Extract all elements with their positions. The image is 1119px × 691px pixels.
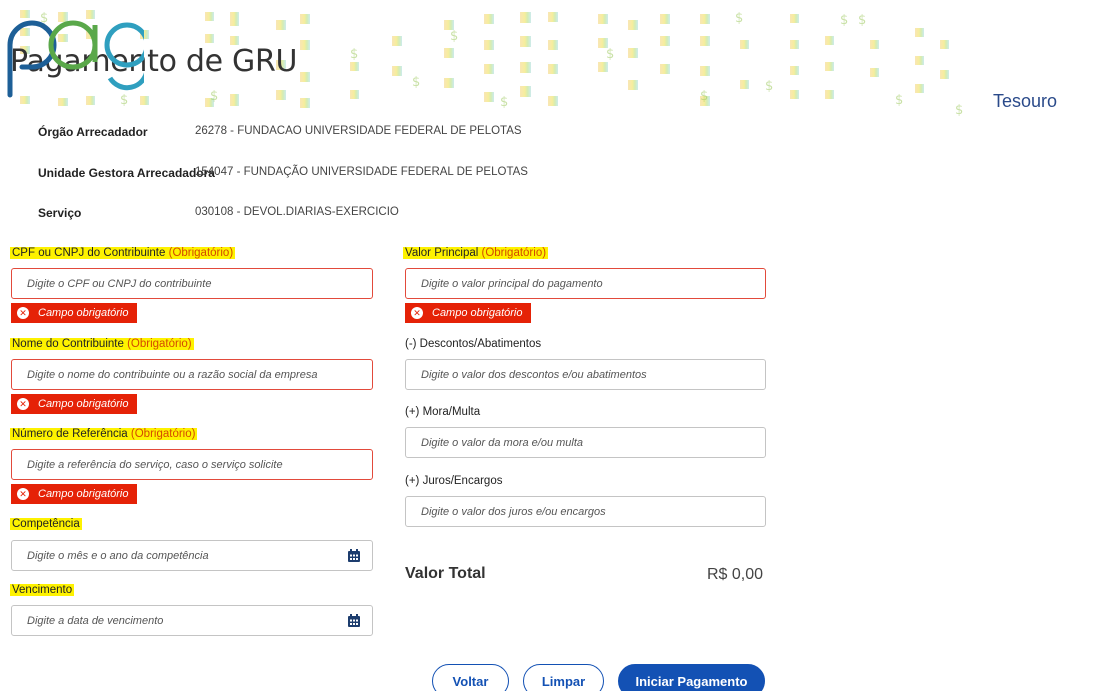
- calendar-icon[interactable]: [348, 549, 360, 562]
- valor-principal-placeholder: Digite o valor principal do pagamento: [421, 277, 603, 290]
- descontos-input[interactable]: Digite o valor dos descontos e/ou abatim…: [405, 359, 766, 390]
- pag-tesouro-logo: [7, 20, 144, 98]
- error-text: Campo obrigatório: [432, 307, 523, 319]
- svg-text:$: $: [735, 11, 743, 26]
- back-button[interactable]: Voltar: [432, 664, 509, 691]
- info-value: 030108 - DEVOL.DIARIAS-EXERCICIO: [195, 206, 399, 218]
- referencia-placeholder: Digite a referência do serviço, caso o s…: [27, 458, 283, 471]
- juros-placeholder: Digite o valor dos juros e/ou encargos: [421, 505, 606, 518]
- clear-button[interactable]: Limpar: [523, 664, 604, 691]
- descontos-placeholder: Digite o valor dos descontos e/ou abatim…: [421, 368, 647, 381]
- referencia-label: Número de Referência (Obrigatório): [10, 428, 198, 440]
- total-label: Valor Total: [405, 565, 486, 582]
- vencimento-placeholder: Digite a data de vencimento: [27, 614, 164, 627]
- error-text: Campo obrigatório: [38, 307, 129, 319]
- close-circle-icon: ✕: [411, 307, 423, 319]
- nome-error-badge: ✕ Campo obrigatório: [11, 394, 137, 414]
- cpf-label: CPF ou CNPJ do Contribuinte (Obrigatório…: [10, 247, 236, 259]
- competencia-label: Competência: [10, 518, 82, 530]
- cpf-placeholder: Digite o CPF ou CNPJ do contribuinte: [27, 277, 212, 290]
- required-tag: (Obrigatório): [130, 428, 196, 440]
- cpf-error-badge: ✕ Campo obrigatório: [11, 303, 137, 323]
- info-label: Órgão Arrecadador: [38, 125, 148, 139]
- required-tag: (Obrigatório): [127, 338, 192, 350]
- referencia-error-badge: ✕ Campo obrigatório: [11, 484, 137, 504]
- close-circle-icon: ✕: [17, 488, 29, 500]
- svg-text:$: $: [765, 79, 773, 94]
- close-circle-icon: ✕: [17, 398, 29, 410]
- mora-input[interactable]: Digite o valor da mora e/ou multa: [405, 427, 766, 458]
- cpf-label-text: CPF ou CNPJ do Contribuinte: [12, 247, 166, 259]
- mora-label: (+) Mora/Multa: [405, 406, 481, 418]
- svg-text:$: $: [700, 89, 708, 104]
- error-text: Campo obrigatório: [38, 398, 129, 410]
- competencia-placeholder: Digite o mês e o ano da competência: [27, 549, 209, 562]
- info-value: 154047 - FUNDAÇÃO UNIVERSIDADE FEDERAL D…: [195, 166, 528, 178]
- svg-text:$: $: [858, 13, 866, 28]
- referencia-label-text: Número de Referência: [12, 428, 128, 440]
- referencia-input[interactable]: Digite a referência do serviço, caso o s…: [11, 449, 373, 480]
- svg-text:$: $: [450, 29, 458, 44]
- valor-principal-label-text: Valor Principal: [405, 247, 479, 259]
- juros-input[interactable]: Digite o valor dos juros e/ou encargos: [405, 496, 766, 527]
- svg-text:$: $: [840, 13, 848, 28]
- required-tag: (Obrigatório): [168, 247, 234, 259]
- info-label: Unidade Gestora Arrecadadora: [38, 166, 215, 180]
- close-circle-icon: ✕: [17, 307, 29, 319]
- start-payment-button[interactable]: Iniciar Pagamento: [618, 664, 765, 691]
- competencia-label-text: Competência: [12, 518, 80, 530]
- vencimento-label-text: Vencimento: [12, 584, 73, 596]
- svg-text:$: $: [210, 89, 218, 104]
- vencimento-input[interactable]: Digite a data de vencimento: [11, 605, 373, 636]
- nome-input[interactable]: Digite o nome do contribuinte ou a razão…: [11, 359, 373, 390]
- descontos-label: (-) Descontos/Abatimentos: [405, 338, 542, 350]
- info-value: 26278 - FUNDACAO UNIVERSIDADE FEDERAL DE…: [195, 125, 522, 137]
- nome-placeholder: Digite o nome do contribuinte ou a razão…: [27, 368, 318, 381]
- calendar-icon[interactable]: [348, 614, 360, 627]
- svg-text:$: $: [412, 75, 420, 90]
- svg-text:$: $: [955, 103, 963, 118]
- cpf-input[interactable]: Digite o CPF ou CNPJ do contribuinte: [11, 268, 373, 299]
- svg-text:$: $: [606, 47, 614, 62]
- nome-label: Nome do Contribuinte (Obrigatório): [10, 338, 194, 350]
- info-label: Serviço: [38, 206, 82, 220]
- error-text: Campo obrigatório: [38, 488, 129, 500]
- logo-text: Tesouro: [993, 91, 1058, 111]
- vencimento-label: Vencimento: [10, 584, 75, 596]
- required-tag: (Obrigatório): [481, 247, 547, 259]
- valor-principal-input[interactable]: Digite o valor principal do pagamento: [405, 268, 766, 299]
- svg-text:$: $: [500, 95, 508, 110]
- nome-label-text: Nome do Contribuinte: [12, 338, 124, 350]
- valor-principal-error-badge: ✕ Campo obrigatório: [405, 303, 531, 323]
- juros-label: (+) Juros/Encargos: [405, 475, 503, 487]
- mora-placeholder: Digite o valor da mora e/ou multa: [421, 436, 584, 449]
- competencia-input[interactable]: Digite o mês e o ano da competência: [11, 540, 373, 571]
- valor-principal-label: Valor Principal (Obrigatório): [403, 247, 549, 259]
- total-value: R$ 0,00: [707, 566, 764, 583]
- svg-text:$: $: [350, 47, 358, 62]
- svg-text:$: $: [895, 93, 903, 108]
- header-banner: $ $ $ $ $ $ $ $ $ $ $ $ $ $ $ Pagamento de GRU Tes…: [0, 0, 1119, 120]
